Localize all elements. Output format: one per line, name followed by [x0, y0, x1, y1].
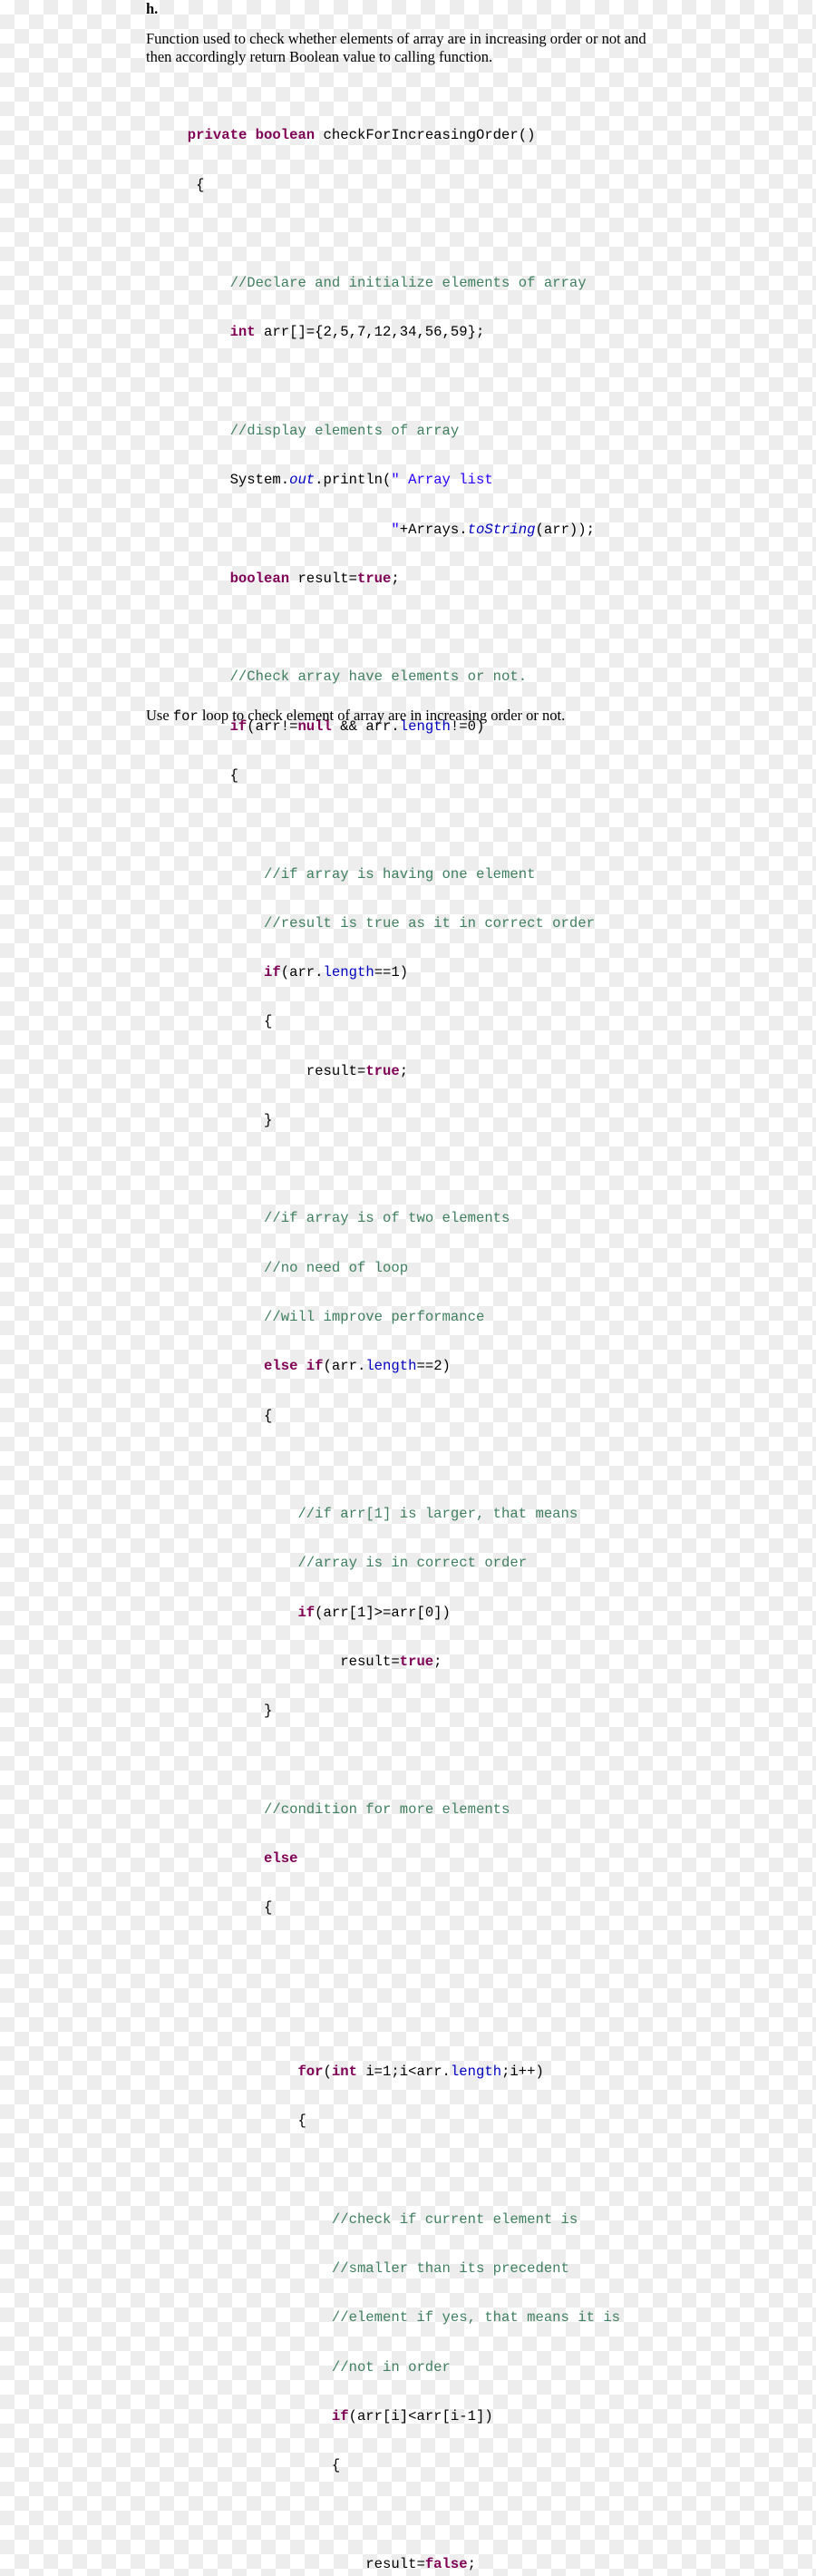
- code-line: //result is true as it in correct order: [264, 914, 595, 932]
- code-line: int arr[]={2,5,7,12,34,56,59};: [229, 324, 485, 341]
- java-code-listing: private boolean checkForIncreasingOrder(…: [145, 78, 798, 2576]
- code-line: if(arr.length==1): [264, 964, 409, 981]
- code-line: //condition for more elements: [264, 1800, 510, 1818]
- mid-paragraph-before: Use: [146, 707, 173, 724]
- code-line: result=true;: [145, 1062, 409, 1079]
- mid-paragraph-after: loop to check element of array are in in…: [198, 707, 566, 724]
- code-line: {: [145, 1407, 273, 1424]
- code-line: //smaller than its precedent: [331, 2260, 569, 2278]
- code-line: else: [264, 1850, 298, 1868]
- code-line: {: [145, 1899, 273, 1917]
- mid-paragraph: Use for loop to check element of array a…: [146, 707, 690, 727]
- code-line: "+Arrays.toString(arr));: [391, 521, 596, 538]
- code-line: System.out.println(" Array list: [145, 472, 493, 489]
- document-page: h. Function used to check whether elemen…: [0, 0, 816, 2572]
- code-line: //if array is having one element: [264, 865, 536, 883]
- code-line: //element if yes, that means it is: [331, 2309, 621, 2327]
- list-item-label: h.: [146, 0, 159, 17]
- code-line: //if arr[1] is larger, that means: [297, 1506, 578, 1523]
- code-line: //Check array have elements or not.: [229, 668, 528, 686]
- code-line: //not in order: [331, 2358, 451, 2376]
- code-line: //display elements of array: [229, 422, 460, 439]
- code-line: //array is in correct order: [297, 1555, 528, 1572]
- code-line: {: [145, 2457, 341, 2474]
- code-line: boolean result=true;: [229, 570, 400, 587]
- code-line: result=true;: [145, 1654, 442, 1670]
- code-line: if(arr[1]>=arr[0]): [297, 1604, 451, 1621]
- code-line: {: [145, 1013, 273, 1030]
- code-line: if(arr[i]<arr[i-1]): [331, 2408, 493, 2425]
- code-line: {: [145, 2113, 306, 2130]
- code-line: }: [145, 1703, 273, 1720]
- prose-interruption-gap: [145, 1966, 798, 2015]
- code-line: //will improve performance: [264, 1309, 485, 1326]
- code-line: //no need of loop: [264, 1259, 409, 1276]
- code-line: for(int i=1;i<arr.length;i++): [297, 2064, 544, 2081]
- code-line: result=false;: [145, 2555, 476, 2572]
- code-line: //check if current element is: [331, 2210, 578, 2228]
- code-line: //if array is of two elements: [264, 1210, 510, 1227]
- code-line: }: [145, 1111, 273, 1128]
- code-line: private boolean checkForIncreasingOrder(…: [187, 127, 536, 144]
- code-line: {: [145, 176, 205, 193]
- mid-paragraph-keyword: for: [172, 708, 199, 725]
- intro-paragraph: Function used to check whether elements …: [146, 30, 646, 65]
- code-line: else if(arr.length==2): [264, 1358, 451, 1375]
- code-line: //Declare and initialize elements of arr…: [229, 275, 587, 292]
- code-line: {: [145, 766, 238, 784]
